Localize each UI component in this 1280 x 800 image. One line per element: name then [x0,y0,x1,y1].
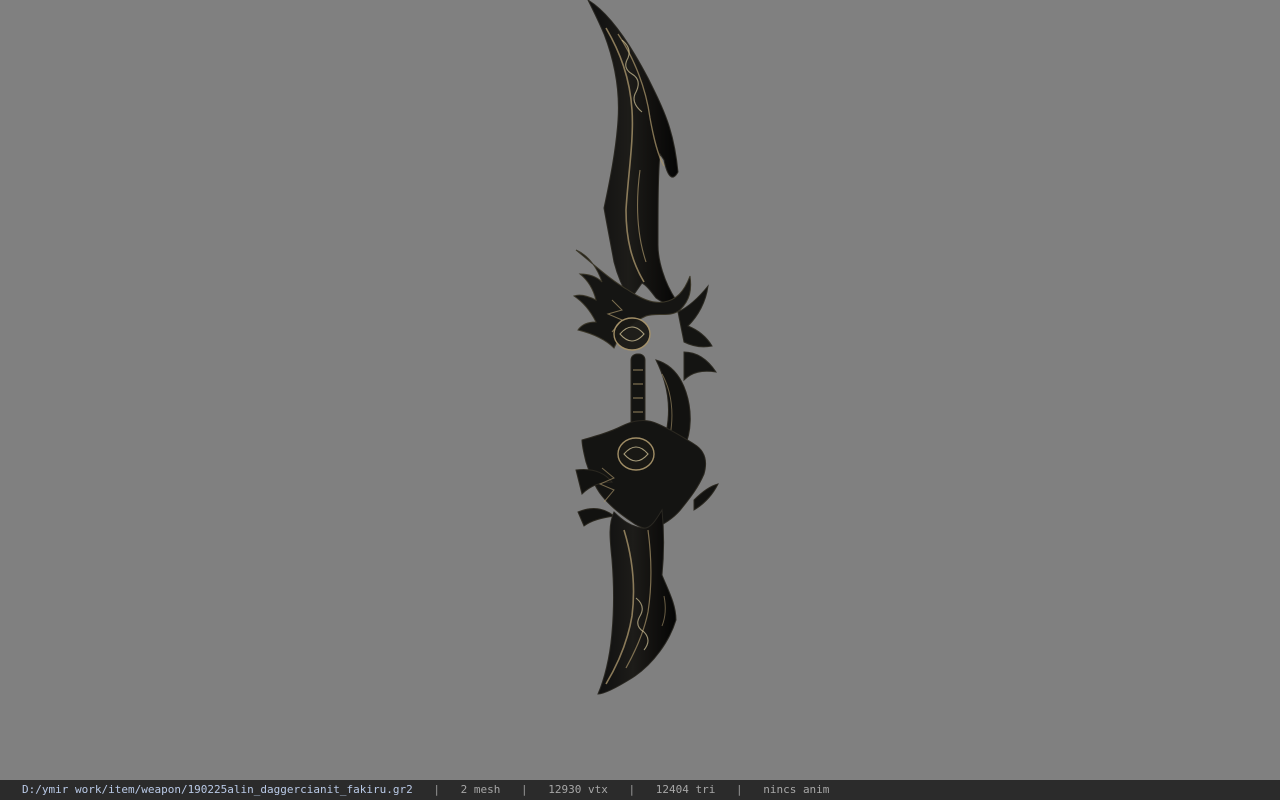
vertex-count: 12930 vtx [548,783,608,796]
status-bar: D:/ymir work/item/weapon/190225alin_dagg… [0,780,1280,800]
upper-blade [587,0,679,305]
lower-blade [597,508,677,695]
3d-viewport[interactable] [0,0,1280,780]
separator: | [433,783,440,796]
separator: | [628,783,636,796]
mesh-count: 2 mesh [460,783,501,796]
lower-guard [575,419,719,530]
triangle-count: 12404 tri [655,783,716,796]
dagger-model [572,0,719,695]
separator: | [735,783,743,796]
animation-status: nincs anim [763,783,830,796]
file-path: D:/ymir work/item/weapon/190225alin_dagg… [22,783,413,796]
separator: | [520,783,528,796]
